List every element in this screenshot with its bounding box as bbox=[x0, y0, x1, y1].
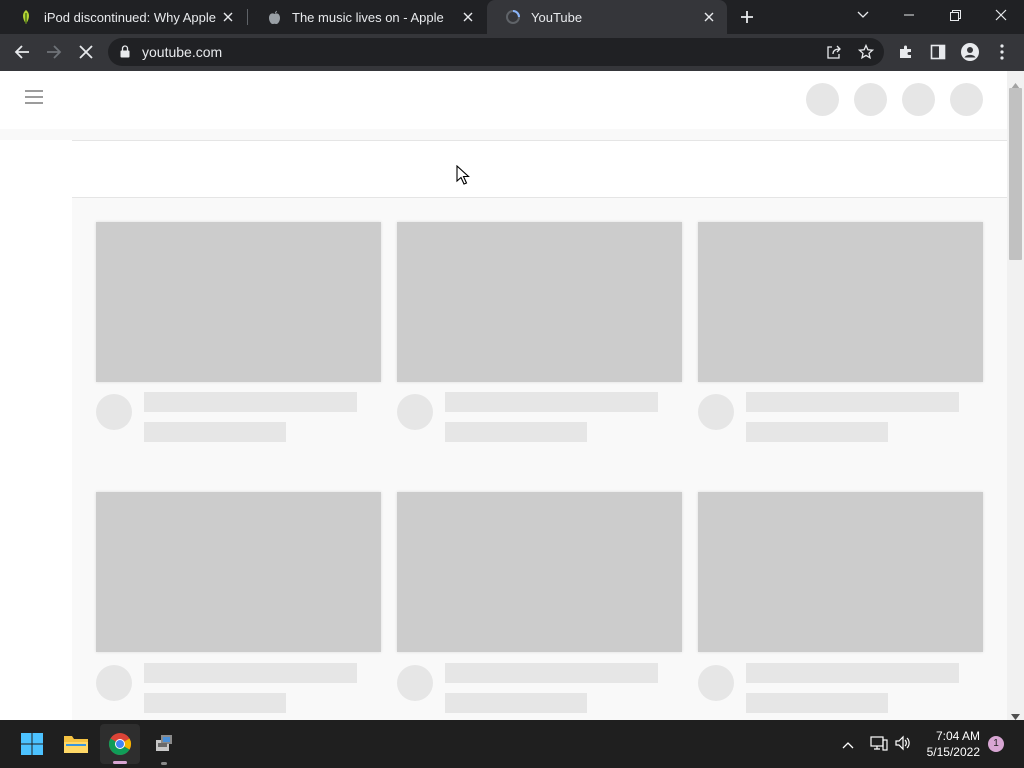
page-scrollbar[interactable] bbox=[1007, 71, 1024, 720]
forward-button[interactable] bbox=[40, 38, 68, 66]
stop-loading-button[interactable] bbox=[72, 38, 100, 66]
video-thumbnail-placeholder bbox=[698, 492, 983, 652]
new-tab-button[interactable] bbox=[733, 3, 761, 31]
meta-line-placeholder bbox=[445, 422, 587, 442]
close-window-button[interactable] bbox=[978, 0, 1024, 30]
running-app-indicator bbox=[161, 762, 167, 765]
notification-badge[interactable]: 1 bbox=[988, 736, 1004, 752]
tab-the-music-lives-on[interactable]: The music lives on - Apple bbox=[248, 0, 486, 34]
file-explorer-icon[interactable] bbox=[56, 724, 96, 764]
video-thumbnail-placeholder bbox=[96, 492, 381, 652]
meta-line-placeholder bbox=[144, 693, 286, 713]
windows-start-icon[interactable] bbox=[12, 724, 52, 764]
title-line-placeholder bbox=[746, 392, 959, 412]
green-leaf-icon bbox=[18, 9, 34, 25]
tab-search-button[interactable] bbox=[840, 0, 886, 30]
tab-title: The music lives on - Apple bbox=[292, 9, 444, 25]
title-line-placeholder bbox=[445, 663, 658, 683]
channel-avatar-placeholder bbox=[397, 394, 433, 430]
scrollbar-thumb[interactable] bbox=[1009, 88, 1022, 260]
close-tab-icon[interactable] bbox=[701, 9, 717, 25]
network-status-icon[interactable] bbox=[870, 734, 888, 757]
mouse-cursor-icon bbox=[456, 164, 470, 190]
channel-avatar-placeholder bbox=[698, 665, 734, 701]
channel-avatar-placeholder bbox=[96, 665, 132, 701]
video-thumbnail-placeholder bbox=[397, 222, 682, 382]
clock-date: 5/15/2022 bbox=[926, 745, 980, 759]
channel-avatar-placeholder bbox=[397, 665, 433, 701]
title-line-placeholder bbox=[144, 392, 357, 412]
close-tab-icon[interactable] bbox=[460, 9, 476, 25]
tab-strip: iPod discontinued: Why Apple is The musi… bbox=[0, 0, 1024, 34]
placeholder-button bbox=[854, 83, 887, 116]
title-line-placeholder bbox=[746, 663, 959, 683]
volume-icon[interactable] bbox=[894, 734, 912, 757]
restore-button[interactable] bbox=[932, 0, 978, 30]
hamburger-menu-icon[interactable] bbox=[24, 89, 48, 109]
loading-spinner-icon bbox=[505, 9, 521, 25]
browser-toolbar: youtube.com bbox=[0, 34, 1024, 71]
back-button[interactable] bbox=[8, 38, 36, 66]
share-icon[interactable] bbox=[826, 44, 842, 65]
address-bar[interactable]: youtube.com bbox=[108, 38, 884, 66]
network-app-icon[interactable] bbox=[144, 724, 184, 765]
apple-logo-icon bbox=[266, 9, 282, 25]
placeholder-button bbox=[806, 83, 839, 116]
video-thumbnail-placeholder bbox=[96, 222, 381, 382]
url-text: youtube.com bbox=[142, 44, 223, 60]
masthead bbox=[0, 71, 1007, 129]
lock-icon[interactable] bbox=[120, 45, 130, 63]
channel-avatar-placeholder bbox=[96, 394, 132, 430]
channel-avatar-placeholder bbox=[698, 394, 734, 430]
system-clock[interactable]: 7:04 AM 5/15/2022 bbox=[927, 728, 980, 760]
profile-avatar-icon[interactable] bbox=[956, 38, 984, 66]
meta-line-placeholder bbox=[445, 693, 587, 713]
title-line-placeholder bbox=[445, 392, 658, 412]
chip-bar bbox=[72, 140, 1007, 198]
placeholder-avatar bbox=[950, 83, 983, 116]
windows-taskbar: 7:04 AM 5/15/2022 1 bbox=[0, 720, 1024, 768]
tab-youtube[interactable]: YouTube bbox=[487, 0, 727, 34]
close-tab-icon[interactable] bbox=[220, 9, 236, 25]
video-thumbnail-placeholder bbox=[397, 492, 682, 652]
chrome-taskbar-icon[interactable] bbox=[100, 724, 140, 764]
extensions-icon[interactable] bbox=[892, 38, 920, 66]
side-panel-icon[interactable] bbox=[924, 38, 952, 66]
active-app-indicator bbox=[113, 761, 127, 764]
clock-time: 7:04 AM bbox=[935, 729, 980, 743]
tab-title: iPod discontinued: Why Apple is bbox=[44, 9, 220, 25]
meta-line-placeholder bbox=[144, 422, 286, 442]
youtube-page bbox=[0, 71, 1024, 720]
guide-sidebar bbox=[0, 140, 72, 720]
placeholder-button bbox=[902, 83, 935, 116]
bookmark-star-icon[interactable] bbox=[857, 43, 875, 65]
show-hidden-icons-icon[interactable] bbox=[842, 736, 854, 754]
minimize-button[interactable] bbox=[886, 0, 932, 30]
scroll-down-arrow-icon[interactable] bbox=[1011, 707, 1020, 720]
meta-line-placeholder bbox=[746, 693, 888, 713]
chrome-menu-icon[interactable] bbox=[988, 38, 1016, 66]
meta-line-placeholder bbox=[746, 422, 888, 442]
tab-title: YouTube bbox=[531, 9, 583, 25]
title-line-placeholder bbox=[144, 663, 357, 683]
video-thumbnail-placeholder bbox=[698, 222, 983, 382]
tab-ipod-discontinued[interactable]: iPod discontinued: Why Apple is bbox=[0, 0, 246, 34]
